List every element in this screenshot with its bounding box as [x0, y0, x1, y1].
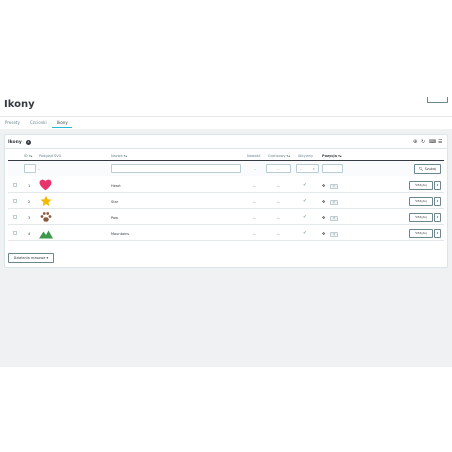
tab-fonts[interactable]: Czcionki — [30, 120, 47, 125]
row-name: Star — [111, 200, 119, 204]
position-badge: 2 — [330, 200, 338, 205]
row-name: Paw — [111, 216, 118, 220]
row-checkbox[interactable] — [13, 231, 17, 235]
add-icon[interactable]: ⊕ — [413, 139, 417, 145]
column-header-name[interactable]: Nazwa ▾▴ — [111, 154, 127, 158]
row-id: 2 — [28, 200, 31, 204]
edit-button[interactable]: ✎Edytuj — [409, 213, 433, 222]
edit-button-label: Edytuj — [417, 215, 428, 219]
panel-divider — [4, 148, 448, 149]
chevron-down-icon: ▾ — [436, 199, 439, 203]
column-header-position[interactable]: Pozycja ▾▴ — [322, 154, 342, 158]
star-icon — [40, 195, 52, 207]
edit-button[interactable]: ✎Edytuj — [409, 197, 433, 206]
active-tab-indicator — [52, 127, 72, 128]
active-check-icon[interactable]: ✔ — [303, 199, 307, 204]
column-header-new: Nowość — [247, 154, 261, 158]
row-actions-dropdown[interactable]: ▾ — [434, 197, 441, 206]
mountains-icon — [39, 230, 53, 239]
tab-presets[interactable]: Presety — [5, 120, 20, 125]
position-badge: 4 — [330, 232, 338, 237]
row-new: -- — [253, 232, 256, 236]
heart-icon — [39, 179, 52, 191]
page-title: Ikony — [4, 99, 35, 110]
row-sale: -- — [277, 200, 280, 204]
position-badge: 3 — [330, 216, 338, 221]
row-name: Heart — [111, 184, 121, 188]
drag-handle-icon[interactable]: ✥ — [322, 199, 325, 204]
count-badge: 4 — [26, 140, 31, 145]
column-header-sale[interactable]: Gratisowy ▾▴ — [268, 154, 290, 158]
search-button-label: Szukaj — [424, 167, 436, 171]
row-sale: -- — [277, 184, 280, 188]
edit-button-label: Edytuj — [417, 183, 428, 187]
chevron-down-icon: ▾ — [436, 231, 439, 235]
database-icon[interactable]: ☰ — [438, 139, 442, 145]
edit-button-label: Edytuj — [417, 199, 428, 203]
drag-handle-icon[interactable]: ✥ — [322, 231, 325, 236]
row-checkbox[interactable] — [13, 199, 17, 203]
row-id: 4 — [28, 232, 31, 236]
row-actions-dropdown[interactable]: ▾ — [434, 229, 441, 238]
chevron-down-icon: ▾ — [436, 215, 439, 219]
sql-query-icon[interactable]: ⌨ — [429, 139, 436, 145]
filter-sale-value: -- — [277, 167, 280, 171]
drag-handle-icon[interactable]: ✥ — [322, 215, 325, 220]
row-sale: -- — [277, 232, 280, 236]
filter-active-value: -- — [300, 167, 303, 171]
active-check-icon[interactable]: ✔ — [303, 183, 307, 188]
paw-icon — [40, 212, 52, 222]
tab-icons[interactable]: Ikony — [57, 120, 68, 125]
search-button[interactable]: 🔍︎ Szukaj — [414, 164, 441, 174]
filter-name-input[interactable] — [111, 164, 241, 173]
bulk-actions-button[interactable]: Działania masowe ▾ — [8, 253, 54, 263]
row-actions-dropdown[interactable]: ▾ — [434, 213, 441, 222]
row-checkbox[interactable] — [13, 215, 17, 219]
row-new: -- — [253, 200, 256, 204]
row-id: 3 — [28, 216, 31, 220]
row-name: Mountains — [111, 232, 130, 236]
row-new: -- — [253, 184, 256, 188]
column-header-svg: Podgląd SVG — [39, 154, 62, 158]
header-toolbar-button[interactable] — [427, 97, 448, 103]
filter-position-input[interactable] — [322, 164, 343, 173]
edit-button[interactable]: ✎Edytuj — [409, 229, 433, 238]
row-checkbox[interactable] — [13, 183, 17, 187]
table-row — [8, 193, 444, 209]
chevron-down-icon: ▾ — [436, 183, 439, 187]
drag-handle-icon[interactable]: ✥ — [322, 183, 325, 188]
column-header-active: Aktywny — [298, 154, 314, 158]
search-icon: 🔍︎ — [419, 167, 424, 171]
active-check-icon[interactable]: ✔ — [303, 215, 307, 220]
column-header-id[interactable]: ID ▾▴ — [24, 154, 32, 158]
position-badge: 1 — [330, 184, 338, 189]
filter-id-placeholder: -- — [38, 167, 41, 171]
filter-id-input[interactable] — [24, 164, 36, 173]
active-check-icon[interactable]: ✔ — [303, 231, 307, 236]
filter-new-select[interactable]: -- — [254, 167, 256, 171]
row-sale: -- — [277, 216, 280, 220]
refresh-icon[interactable]: ↻ — [421, 139, 425, 145]
row-actions-dropdown[interactable]: ▾ — [434, 181, 441, 190]
table-row — [8, 209, 444, 225]
edit-button[interactable]: ✎Edytuj — [409, 181, 433, 190]
row-new: -- — [253, 216, 256, 220]
edit-button-label: Edytuj — [417, 231, 428, 235]
table-row — [8, 225, 444, 241]
row-id: 1 — [28, 184, 31, 188]
table-row — [8, 177, 444, 193]
filter-active-caret: ▾ — [313, 167, 315, 171]
panel-title: Ikony — [8, 140, 22, 145]
